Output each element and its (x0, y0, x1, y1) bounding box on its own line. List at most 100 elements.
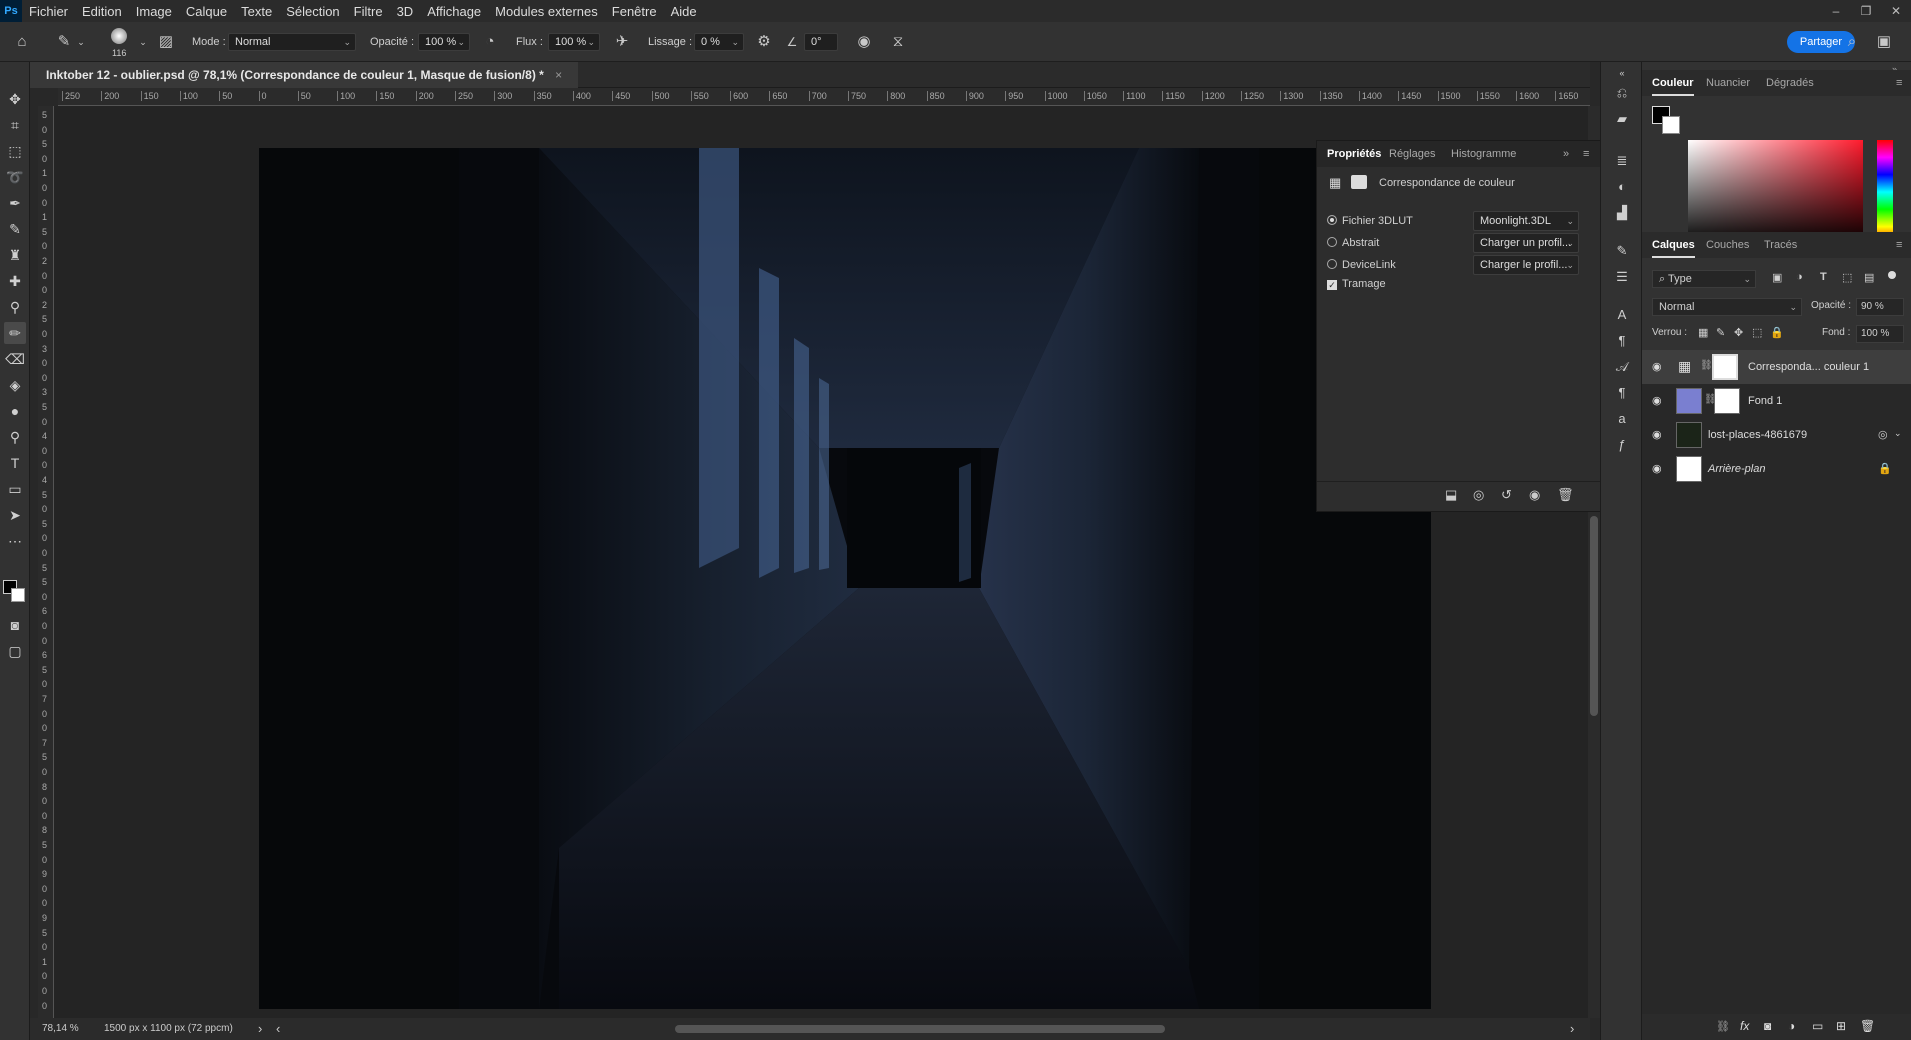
trash-icon[interactable]: 🗑 (1860, 1019, 1875, 1033)
new-layer-icon[interactable]: ⊞ (1836, 1019, 1846, 1033)
tab-degrades[interactable]: Dégradés (1766, 70, 1814, 96)
layer-lost-places[interactable]: ◉ lost-places-4861679 ◎ ⌄ (1642, 418, 1911, 452)
group-folder-icon[interactable]: ▭ (1812, 1019, 1823, 1033)
stamp-tool-icon[interactable]: ♜ (4, 244, 26, 266)
panel-menu-icon[interactable]: ≡ (1583, 141, 1589, 167)
document-tab[interactable]: Inktober 12 - oublier.psd @ 78,1% (Corre… (30, 62, 579, 88)
adjustment-layer-icon[interactable]: ◑ (1788, 1019, 1795, 1033)
menu-fichier[interactable]: Fichier (22, 4, 75, 19)
glyphs-icon[interactable]: 𝒜 (1613, 358, 1631, 376)
lock-position-icon[interactable]: ✥ (1734, 326, 1743, 339)
mask-thumbnail[interactable] (1714, 388, 1740, 414)
layer-filter-select[interactable]: ⌕ Type ⌄ (1652, 270, 1756, 288)
scroll-left-arrow[interactable]: ‹ (276, 1021, 280, 1036)
tab-nuancier[interactable]: Nuancier (1706, 70, 1750, 96)
menu-aide[interactable]: Aide (664, 4, 704, 19)
lock-pixels-icon[interactable]: ✎ (1716, 326, 1725, 339)
paint-bucket-icon[interactable]: ◈ (4, 374, 26, 396)
path-selection-icon[interactable]: ➤ (4, 504, 26, 526)
comments-icon[interactable]: ▰ (1613, 110, 1631, 128)
eye-icon[interactable]: ◉ (1652, 394, 1662, 407)
radio-devicelink[interactable] (1327, 259, 1337, 269)
dither-option[interactable]: ✓ Tramage (1327, 278, 1386, 290)
tab-calques[interactable]: Calques (1652, 232, 1695, 258)
history-icon[interactable]: ⎌ (1613, 84, 1631, 102)
brush-tool-icon[interactable]: ✏ (4, 322, 26, 344)
home-icon[interactable]: ⌂ (12, 32, 32, 52)
close-tab-icon[interactable]: × (555, 68, 562, 82)
filter-smart-object-icon[interactable]: ▤ (1864, 271, 1874, 284)
workspace-icon[interactable]: ▣ (1874, 32, 1894, 52)
layer-thumbnail[interactable] (1676, 388, 1702, 414)
sliders-icon[interactable]: ☰ (1613, 268, 1631, 286)
lasso-tool-icon[interactable]: ➰ (4, 166, 26, 188)
collapse-icon[interactable]: « (1613, 64, 1631, 82)
menu-calque[interactable]: Calque (179, 4, 234, 19)
pressure-opacity-icon[interactable]: ◔ (480, 32, 500, 52)
menu-texte[interactable]: Texte (234, 4, 279, 19)
menu-selection[interactable]: Sélection (279, 4, 346, 19)
brush-settings-icon[interactable]: ✎ (1613, 242, 1631, 260)
dither-checkbox[interactable]: ✓ (1327, 280, 1337, 290)
layer-color-lookup[interactable]: ◉ ▦ ⛓ Correspondа... couleur 1 (1642, 350, 1911, 384)
brush-preset-dropdown-icon[interactable]: ⌄ (138, 32, 148, 52)
background-color-swatch[interactable] (11, 588, 25, 602)
eye-icon[interactable]: ◉ (1652, 360, 1662, 373)
character-icon[interactable]: A (1613, 306, 1631, 324)
tab-couches[interactable]: Couches (1706, 232, 1749, 258)
option-abstract[interactable]: Abstrait (1327, 237, 1379, 249)
filter-type-icon[interactable]: T (1820, 271, 1827, 283)
horizontal-scroll-thumb[interactable] (675, 1025, 1165, 1033)
status-menu-arrow[interactable]: › (258, 1021, 262, 1036)
zoom-level[interactable]: 78,14 % (42, 1023, 79, 1034)
type-tool-icon[interactable]: T (4, 452, 26, 474)
fx-icon[interactable]: fx (1740, 1019, 1749, 1033)
menu-filtre[interactable]: Filtre (347, 4, 390, 19)
color-field[interactable] (1688, 140, 1863, 244)
filter-adjustment-icon[interactable]: ◑ (1796, 271, 1803, 283)
tab-histogram[interactable]: Histogramme (1451, 141, 1516, 167)
pressure-size-icon[interactable]: ◉ (854, 32, 874, 52)
lock-artboard-icon[interactable]: ⬚ (1752, 326, 1762, 339)
menu-3d[interactable]: 3D (390, 4, 421, 19)
tab-couleur[interactable]: Couleur (1652, 70, 1694, 96)
gear-icon[interactable]: ⚙ (754, 32, 774, 52)
panel-menu-icon[interactable]: ≡ (1896, 70, 1902, 96)
quick-selection-icon[interactable]: ✎ (4, 218, 26, 240)
mask-icon[interactable] (1351, 175, 1367, 189)
blur-tool-icon[interactable]: ● (4, 400, 26, 422)
lock-all-icon[interactable]: 🔒 (1770, 326, 1784, 339)
panel-menu-icon[interactable]: ≡ (1896, 232, 1902, 258)
layer-arriere-plan[interactable]: ◉ Arrière-plan 🔒 (1642, 452, 1911, 486)
mode-select[interactable]: Normal ⌄ (228, 33, 356, 51)
screen-mode-icon[interactable]: ▢ (4, 640, 26, 662)
document-image[interactable] (259, 148, 1431, 1009)
view-previous-icon[interactable]: ◎ (1473, 487, 1484, 503)
paragraph-icon[interactable]: ¶ (1613, 332, 1631, 350)
smart-filter-icon[interactable]: ◎ (1878, 428, 1888, 441)
marquee-tool-icon[interactable]: ⬚ (4, 140, 26, 162)
option-devicelink[interactable]: DeviceLink (1327, 259, 1396, 271)
adjustments-icon[interactable]: ≣ (1613, 152, 1631, 170)
crop-tool-icon[interactable]: ⌗ (4, 114, 26, 136)
blend-mode-select[interactable]: Normal ⌄ (1652, 298, 1802, 316)
close-button[interactable]: ✕ (1881, 0, 1911, 22)
pen-tool-icon[interactable]: ✒ (4, 192, 26, 214)
search-icon[interactable]: ⌕ (1842, 32, 1862, 52)
filter-toggle-icon[interactable] (1888, 271, 1896, 279)
menu-image[interactable]: Image (129, 4, 179, 19)
filter-pixel-icon[interactable]: ▣ (1772, 271, 1782, 284)
hue-slider[interactable] (1877, 140, 1893, 244)
layer-opacity-input[interactable]: 90 % (1856, 298, 1904, 316)
tab-adjustments[interactable]: Réglages (1389, 141, 1435, 167)
chevron-down-icon[interactable]: ⌄ (76, 32, 86, 52)
tab-traces[interactable]: Tracés (1764, 232, 1797, 258)
fill-input[interactable]: 100 % (1856, 325, 1904, 343)
quick-mask-icon[interactable]: ◙ (4, 614, 26, 636)
devicelink-dropdown[interactable]: Charger le profil... ⌄ (1473, 255, 1579, 275)
radio-3dlut[interactable] (1327, 215, 1337, 225)
minimize-button[interactable]: – (1821, 0, 1851, 22)
brush-preset-icon[interactable] (111, 28, 127, 44)
shape-tool-icon[interactable]: ▭ (4, 478, 26, 500)
menu-modules-externes[interactable]: Modules externes (488, 4, 605, 19)
